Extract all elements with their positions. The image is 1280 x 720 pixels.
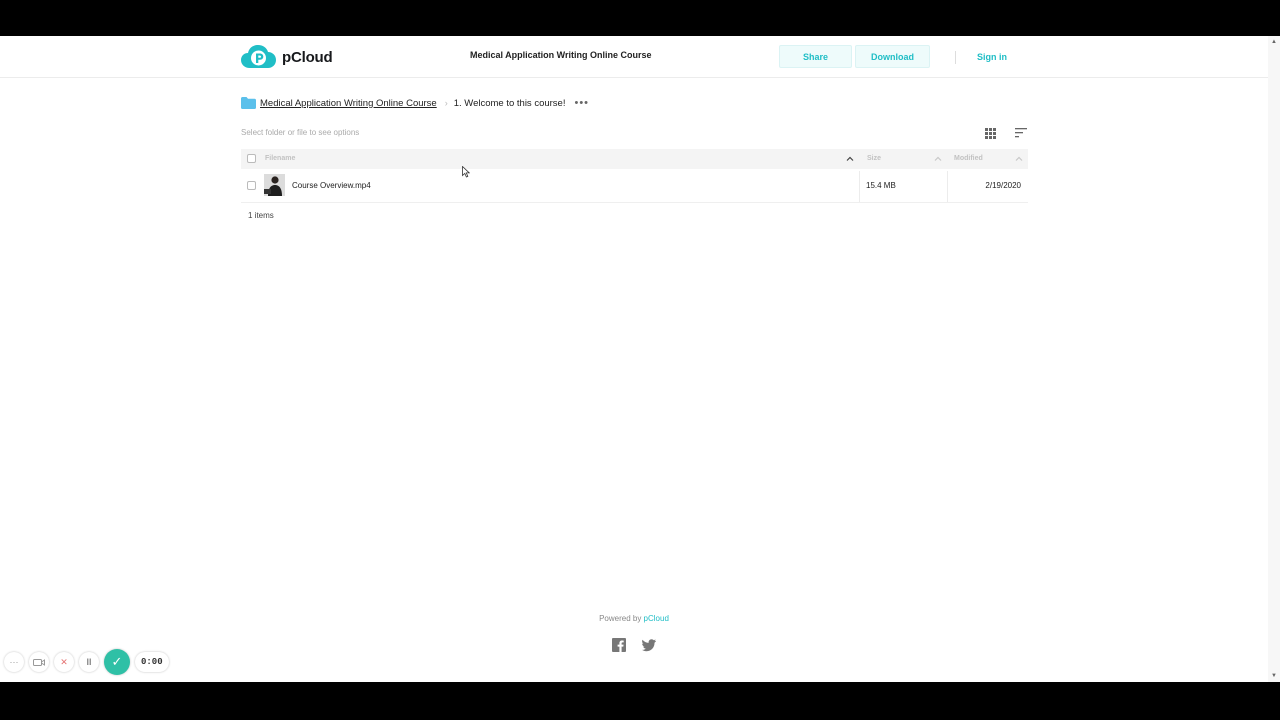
column-divider — [947, 171, 948, 202]
download-button[interactable]: Download — [855, 45, 930, 68]
page-title: Medical Application Writing Online Cours… — [470, 50, 652, 60]
file-modified-date: 2/19/2020 — [985, 181, 1021, 190]
logo[interactable]: pCloud — [241, 45, 333, 69]
pause-recording-button[interactable]: II — [79, 652, 99, 672]
more-options-icon[interactable]: ••• — [574, 98, 589, 109]
sort-size-chevron-up-icon[interactable] — [934, 155, 942, 163]
column-filename[interactable]: Filename — [265, 155, 295, 162]
breadcrumb-parent-link[interactable]: Medical Application Writing Online Cours… — [260, 98, 437, 109]
scroll-up-arrow-icon[interactable]: ▲ — [1271, 39, 1277, 45]
table-row[interactable]: Course Overview.mp4 15.4 MB 2/19/2020 — [241, 171, 1028, 203]
file-size: 15.4 MB — [866, 181, 896, 190]
sort-icon[interactable] — [1015, 128, 1027, 138]
powered-by: Powered by pCloud — [0, 614, 1268, 623]
recorder-menu-button[interactable]: ··· — [4, 652, 24, 672]
sort-modified-chevron-up-icon[interactable] — [1015, 155, 1023, 163]
discard-recording-button[interactable]: ✕ — [54, 652, 74, 672]
camera-toggle-button[interactable] — [29, 652, 49, 672]
folder-icon — [241, 97, 256, 109]
scroll-down-arrow-icon[interactable]: ▼ — [1271, 673, 1277, 679]
logo-text: pCloud — [282, 48, 333, 66]
mouse-cursor-icon — [462, 166, 470, 178]
selection-hint: Select folder or file to see options — [241, 128, 360, 137]
header-divider — [955, 51, 956, 64]
facebook-icon[interactable] — [612, 638, 626, 652]
powered-by-brand-link[interactable]: pCloud — [644, 614, 669, 623]
video-camera-icon — [33, 658, 45, 666]
header: pCloud Medical Application Writing Onlin… — [0, 36, 1268, 78]
grid-view-icon[interactable] — [985, 128, 996, 139]
finish-recording-button[interactable]: ✓ — [104, 649, 130, 675]
recording-timer: 0:00 — [135, 652, 169, 672]
column-size[interactable]: Size — [867, 155, 881, 162]
table-header: Filename Size Modified — [241, 149, 1028, 169]
sign-in-link[interactable]: Sign in — [977, 52, 1007, 62]
twitter-icon[interactable] — [642, 638, 656, 652]
column-modified[interactable]: Modified — [954, 155, 983, 162]
column-divider — [859, 171, 860, 202]
powered-by-label: Powered by — [599, 614, 644, 623]
select-all-checkbox[interactable] — [247, 154, 256, 163]
video-thumbnail — [264, 174, 285, 196]
share-button[interactable]: Share — [779, 45, 852, 68]
sort-filename-chevron-up-icon[interactable] — [846, 155, 854, 163]
recorder-toolbar: ··· ✕ II ✓ 0:00 — [4, 648, 169, 676]
file-name[interactable]: Course Overview.mp4 — [292, 181, 371, 190]
page-scrollbar[interactable]: ▲ ▼ — [1268, 36, 1280, 682]
breadcrumb-current: 1. Welcome to this course! — [453, 97, 566, 109]
item-count: 1 items — [248, 211, 274, 220]
breadcrumb-separator: › — [444, 98, 448, 108]
breadcrumb: Medical Application Writing Online Cours… — [241, 96, 589, 110]
row-checkbox[interactable] — [247, 181, 256, 190]
pcloud-logo-icon — [241, 45, 276, 68]
page: pCloud Medical Application Writing Onlin… — [0, 36, 1280, 682]
